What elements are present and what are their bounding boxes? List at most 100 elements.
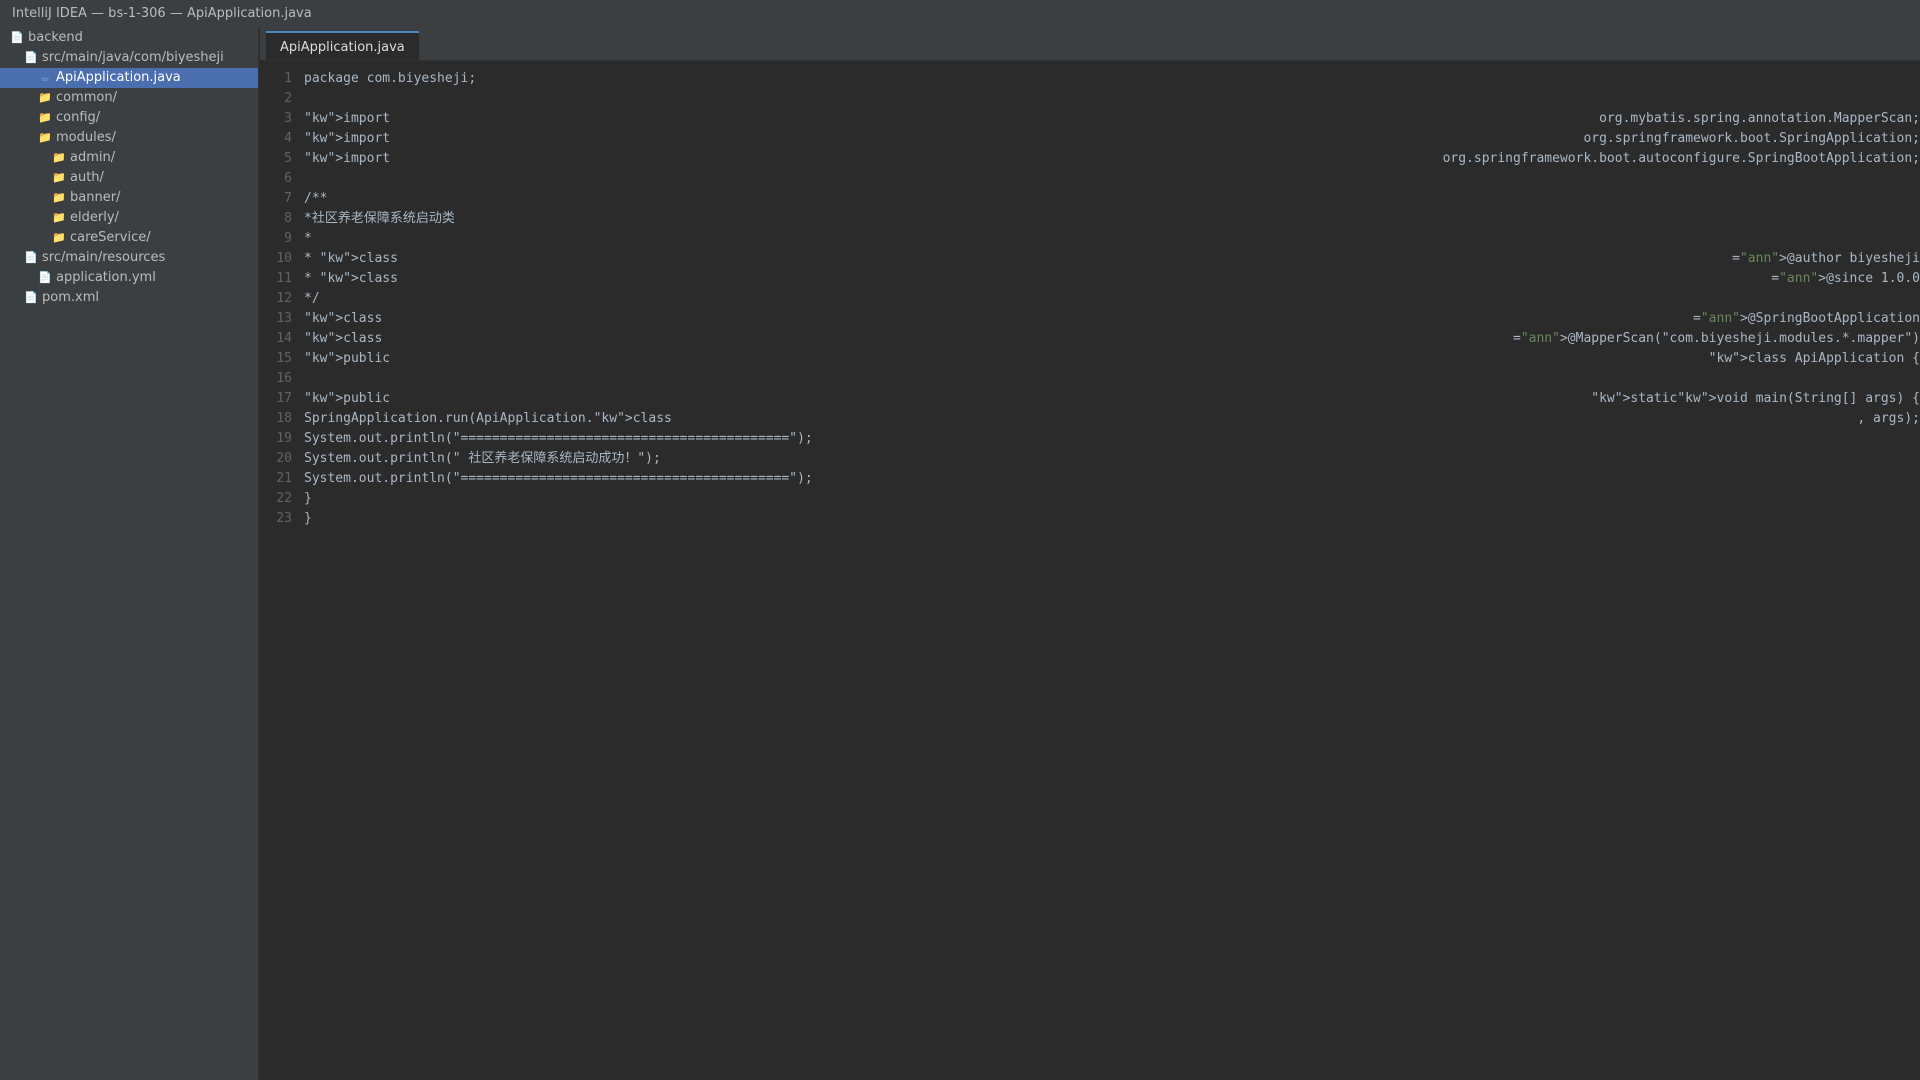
code-left: "kw">public bbox=[304, 391, 391, 406]
code-line[interactable]: 23} bbox=[260, 509, 1920, 529]
code-text: package com.biyesheji; bbox=[304, 69, 1920, 89]
file-icon: 📄 bbox=[10, 31, 24, 44]
line-number: 23 bbox=[276, 511, 292, 526]
project-tree: 📄 backend 📄 src/main/java/com/biyesheji ☕ Api… bbox=[0, 28, 259, 1080]
tree-item-label: auth/ bbox=[70, 170, 104, 185]
folder-icon: 📁 bbox=[52, 171, 66, 184]
code-line[interactable]: 1 package com.biyesheji; bbox=[260, 69, 1920, 89]
editor-tabs: ApiApplication.java bbox=[260, 28, 1920, 61]
code-text: System.out.println("====================… bbox=[304, 469, 1920, 489]
tree-item[interactable]: 📁 banner/ bbox=[0, 188, 258, 208]
tree-item[interactable]: 📄 pom.xml bbox=[0, 288, 258, 308]
code-line[interactable]: 11 * "kw">class ="ann">@since 1.0.0 bbox=[260, 269, 1920, 289]
code-line[interactable]: 19 System.out.println("==================… bbox=[260, 429, 1920, 449]
code-line[interactable]: 21 System.out.println("==================… bbox=[260, 469, 1920, 489]
code-right: , args); bbox=[1857, 411, 1920, 426]
tree-item[interactable]: ☕ ApiApplication.java bbox=[0, 68, 258, 88]
tree-item[interactable]: 📄 src/main/resources bbox=[0, 248, 258, 268]
code-line[interactable]: 22} bbox=[260, 489, 1920, 509]
tree-item[interactable]: 📁 careService/ bbox=[0, 228, 258, 248]
tab-apiapplication-java[interactable]: ApiApplication.java bbox=[266, 31, 419, 60]
code-right: org.springframework.boot.autoconfigure.S… bbox=[1442, 151, 1920, 166]
line-number: 19 bbox=[276, 431, 292, 446]
line-number: 20 bbox=[276, 451, 292, 466]
tree-item-label: banner/ bbox=[70, 190, 121, 205]
line-number: 13 bbox=[276, 311, 292, 326]
tree-item-label: backend bbox=[28, 30, 83, 45]
code-text: * bbox=[304, 229, 1920, 249]
folder-icon: 📁 bbox=[52, 211, 66, 224]
code-text: * "kw">class ="ann">@author biyesheji bbox=[304, 249, 1920, 269]
tree-item-label: elderly/ bbox=[70, 210, 119, 225]
code-line[interactable]: 5 "kw">import org.springframework.boot.aut… bbox=[260, 149, 1920, 169]
tree-item[interactable]: 📄 backend bbox=[0, 28, 258, 48]
code-line[interactable]: 17 "kw">public "kw">static"kw">void main(S… bbox=[260, 389, 1920, 409]
folder-icon: 📁 bbox=[38, 111, 52, 124]
line-number: 12 bbox=[276, 291, 292, 306]
code-text: } bbox=[304, 489, 1920, 509]
code-line[interactable]: 18 SpringApplication.run(ApiApplication."… bbox=[260, 409, 1920, 429]
tree-item[interactable]: 📄 src/main/java/com/biyesheji bbox=[0, 48, 258, 68]
line-number: 9 bbox=[284, 231, 292, 246]
code-text: } bbox=[304, 509, 1920, 529]
tree-item-label: careService/ bbox=[70, 230, 151, 245]
code-text: "kw">public "kw">static"kw">void main(Str… bbox=[304, 389, 1920, 409]
code-left: SpringApplication.run(ApiApplication."kw… bbox=[304, 411, 672, 426]
code-left: * "kw">class bbox=[304, 271, 398, 286]
code-line[interactable]: 16 bbox=[260, 369, 1920, 389]
code-left: */ bbox=[304, 291, 320, 306]
tree-item[interactable]: 📁 config/ bbox=[0, 108, 258, 128]
code-line[interactable]: 12 */ bbox=[260, 289, 1920, 309]
tree-item-label: pom.xml bbox=[42, 290, 99, 305]
line-number: 4 bbox=[284, 131, 292, 146]
code-line[interactable]: 2 bbox=[260, 89, 1920, 109]
code-right: "kw">class ApiApplication { bbox=[1708, 351, 1920, 366]
code-text: *社区养老保障系统启动类 bbox=[304, 209, 1920, 229]
code-left: *社区养老保障系统启动类 bbox=[304, 211, 455, 226]
code-line[interactable]: 3 "kw">import org.mybatis.spring.annotatio… bbox=[260, 109, 1920, 129]
tree-item[interactable]: 📁 admin/ bbox=[0, 148, 258, 168]
code-left: "kw">import bbox=[304, 131, 391, 146]
code-line[interactable]: 20 System.out.println(" 社区养老保障系统启动成功！"); bbox=[260, 449, 1920, 469]
tree-item[interactable]: 📁 elderly/ bbox=[0, 208, 258, 228]
code-line[interactable]: 7 /** bbox=[260, 189, 1920, 209]
window-title: IntelliJ IDEA — bs-1-306 — ApiApplicatio… bbox=[0, 0, 1920, 28]
code-text: */ bbox=[304, 289, 1920, 309]
code-text: "kw">import org.springframework.boot.auto… bbox=[304, 149, 1920, 169]
code-line[interactable]: 4 "kw">import org.springframework.boot.Spr… bbox=[260, 129, 1920, 149]
line-number: 21 bbox=[276, 471, 292, 486]
code-line[interactable]: 6 bbox=[260, 169, 1920, 189]
code-right: org.springframework.boot.SpringApplicati… bbox=[1583, 131, 1920, 146]
tree-item[interactable]: 📄 application.yml bbox=[0, 268, 258, 288]
code-line[interactable]: 10 * "kw">class ="ann">@author biyesheji bbox=[260, 249, 1920, 269]
line-number: 22 bbox=[276, 491, 292, 506]
code-text: System.out.println("====================… bbox=[304, 429, 1920, 449]
line-number: 15 bbox=[276, 351, 292, 366]
code-text: /** bbox=[304, 189, 1920, 209]
code-left: "kw">import bbox=[304, 111, 391, 126]
line-number: 6 bbox=[284, 171, 292, 186]
tree-item-label: ApiApplication.java bbox=[56, 70, 181, 85]
folder-icon: 📁 bbox=[52, 151, 66, 164]
tree-item[interactable]: 📁 auth/ bbox=[0, 168, 258, 188]
java-file-icon: ☕ bbox=[40, 71, 50, 84]
folder-icon: 📁 bbox=[52, 231, 66, 244]
code-left: } bbox=[304, 511, 312, 526]
code-line[interactable]: 9 * bbox=[260, 229, 1920, 249]
code-left: /** bbox=[304, 191, 328, 206]
tree-item[interactable]: 📁 common/ bbox=[0, 88, 258, 108]
code-text: "kw">class ="ann">@SpringBootApplication bbox=[304, 309, 1920, 329]
tree-item-label: application.yml bbox=[56, 270, 156, 285]
code-line[interactable]: 13 "kw">class ="ann">@SpringBootApplicatio… bbox=[260, 309, 1920, 329]
code-line[interactable]: 8 *社区养老保障系统启动类 bbox=[260, 209, 1920, 229]
code-text: SpringApplication.run(ApiApplication."kw… bbox=[304, 409, 1920, 429]
folder-icon: 📁 bbox=[38, 91, 52, 104]
code-line[interactable]: 15 "kw">public "kw">class ApiApplication { bbox=[260, 349, 1920, 369]
code-text: "kw">public "kw">class ApiApplication { bbox=[304, 349, 1920, 369]
line-number: 5 bbox=[284, 151, 292, 166]
code-line[interactable]: 14 "kw">class ="ann">@MapperScan("com.biye… bbox=[260, 329, 1920, 349]
tree-item[interactable]: 📁 modules/ bbox=[0, 128, 258, 148]
code-editor[interactable]: 1 package com.biyesheji; 2 3 "kw">import org.… bbox=[260, 61, 1920, 1080]
